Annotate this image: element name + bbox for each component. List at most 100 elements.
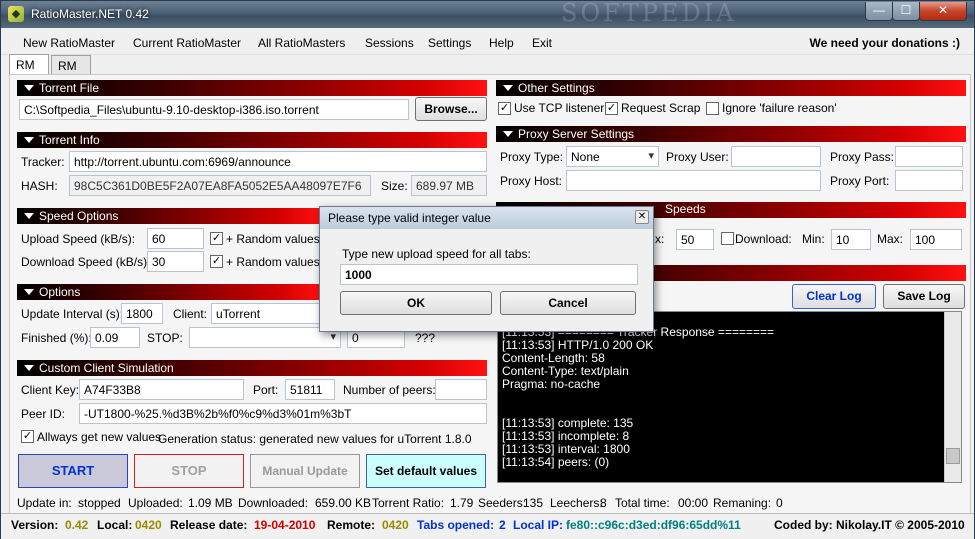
ratiomaster-logo-icon: ◆ [8,6,24,22]
generation-status: Generation status: generated new values … [158,432,472,446]
tracker-label: Tracker: [21,155,65,169]
tracker-field[interactable]: http://torrent.ubuntu.com:6969/announce [69,151,487,172]
dialog-ok-button[interactable]: OK [340,291,492,315]
peer-id-field[interactable]: -UT1800-%25.%d3B%2b%f0%c9%d3%01m%3bT [79,403,487,424]
menu-current-ratiomaster[interactable]: Current RatioMaster [133,36,241,50]
finished-field[interactable]: 0.09 [90,327,140,348]
client-key-field[interactable]: A74F33B8 [79,379,244,400]
version-value: 0.42 [65,518,89,532]
hash-field[interactable]: 98C5C361D0BE5F2A07EA8FA5052E5AA48097E7F6 [69,175,371,196]
dialog-title[interactable]: Please type valid integer value [320,207,653,229]
menu-new-ratiomaster[interactable]: New RatioMaster [23,36,115,50]
peers-field[interactable] [435,379,487,400]
download-max-label: Max: [877,232,904,246]
dialog-value-field[interactable]: 1000 [340,264,638,285]
client-field[interactable]: uTorrent [211,303,321,324]
next-update-speeds-title: Speeds [665,202,706,216]
title-bar[interactable]: ◆ RatioMaster.NET 0.42 SOFTPEDIA — ☐ ✕ [1,0,974,28]
stop-unit-label: ??? [415,331,436,345]
proxy-pass-field[interactable] [895,146,963,167]
tab-rm1[interactable]: RM 1 [9,54,49,86]
menu-sessions[interactable]: Sessions [365,36,414,50]
next-download-label: Download: [735,232,792,246]
update-interval-field[interactable]: 1800 [121,303,163,324]
proxy-port-field[interactable] [895,170,963,191]
dialog-prompt: Type new upload speed for all tabs: [342,247,531,261]
update-in-value: stopped [78,496,121,510]
log-scroll-thumb[interactable] [946,448,960,464]
dialog-close-button[interactable]: ✕ [635,210,649,224]
download-speed-field[interactable]: 30 [147,251,204,272]
local-label: Local: [97,518,133,532]
menu-exit[interactable]: Exit [532,36,552,50]
random-download-label: + Random values: [226,255,324,269]
start-button[interactable]: START [18,454,128,488]
random-download-checkbox[interactable]: ✓ [210,255,223,268]
custom-client-header[interactable]: Custom Client Simulation [17,360,487,376]
manual-update-button[interactable]: Manual Update [250,454,360,488]
always-new-values-checkbox[interactable]: ✓ [21,430,34,443]
leechers-value: 8 [600,496,607,510]
tabs-opened-value: 2 [499,518,506,532]
upload-speed-label: Upload Speed (kB/s): [21,232,136,246]
port-field[interactable]: 51811 [285,379,335,400]
save-log-button[interactable]: Save Log [883,284,965,309]
proxy-user-field[interactable] [731,146,821,167]
options-header[interactable]: Options [17,284,321,300]
stats-bar: Update in: stopped Uploaded: 1.09 MB Dow… [1,495,974,512]
browse-button[interactable]: Browse... [415,97,487,121]
minimize-button[interactable]: — [865,2,893,21]
torrent-file-header[interactable]: Torrent File [17,80,487,96]
size-field[interactable]: 689.97 MB [411,175,487,196]
update-interval-label: Update Interval (s): [21,307,124,321]
donate-link[interactable]: We need your donations :) [810,36,960,50]
download-min-field[interactable]: 10 [831,229,871,250]
stop-button[interactable]: STOP [134,454,244,488]
torrent-path-field[interactable]: C:\Softpedia_Files\ubuntu-9.10-desktop-i… [19,99,409,120]
download-min-label: Min: [802,232,825,246]
proxy-user-label: Proxy User: [666,150,729,164]
next-download-checkbox[interactable] [721,232,734,245]
menu-bar: New RatioMaster Current RatioMaster All … [1,29,974,55]
log-line: [11:13:54] peers: (0) [502,455,610,469]
update-in-label: Update in: [17,496,72,510]
upload-speed-field[interactable]: 60 [147,228,204,249]
download-max-field[interactable]: 100 [910,229,962,250]
proxy-host-label: Proxy Host: [500,174,563,188]
menu-help[interactable]: Help [489,36,514,50]
torrent-info-header[interactable]: Torrent Info [17,132,487,148]
ignore-failure-checkbox[interactable] [706,102,719,115]
log-output[interactable]: [11:13:53] ======== Tracker Response ===… [497,311,962,483]
release-date-label: Release date: [170,518,248,532]
menu-settings[interactable]: Settings [428,36,471,50]
client-label: Client: [173,307,208,321]
tab-rm2[interactable]: RM 2 [51,55,91,87]
proxy-type-dropdown[interactable]: None [566,146,659,167]
menu-all-ratiomasters[interactable]: All RatioMasters [258,36,345,50]
other-settings-header[interactable]: Other Settings [496,80,966,96]
download-speed-label: Download Speed (kB/s): [21,255,151,269]
size-label: Size: [381,179,408,193]
close-button[interactable]: ✕ [919,2,967,21]
proxy-settings-header[interactable]: Proxy Server Settings [496,126,966,142]
clear-log-button[interactable]: Clear Log [792,284,876,309]
peers-label: Number of peers: [343,383,436,397]
dialog-cancel-button[interactable]: Cancel [500,291,636,315]
random-upload-label: + Random values: [226,232,324,246]
downloaded-value: 659.00 KB [315,496,372,510]
random-upload-checkbox[interactable]: ✓ [210,232,223,245]
request-scrap-checkbox[interactable]: ✓ [605,102,618,115]
log-line: Pragma: no-cache [502,377,601,391]
window-title: RatioMaster.NET 0.42 [31,7,149,21]
speed-options-header[interactable]: Speed Options [17,208,321,224]
proxy-type-label: Proxy Type: [500,150,564,164]
finished-label: Finished (%): [21,331,92,345]
tcp-listener-checkbox[interactable]: ✓ [498,102,511,115]
local-ip-value: fe80::c96c:d3ed:df96:65dd%11 [566,518,741,532]
local-value: 0420 [135,518,162,532]
set-default-values-button[interactable]: Set default values [366,454,486,488]
upload-max-field[interactable]: 50 [676,229,714,250]
proxy-host-field[interactable] [566,170,821,191]
maximize-button[interactable]: ☐ [892,2,920,21]
log-scrollbar[interactable] [944,312,961,482]
